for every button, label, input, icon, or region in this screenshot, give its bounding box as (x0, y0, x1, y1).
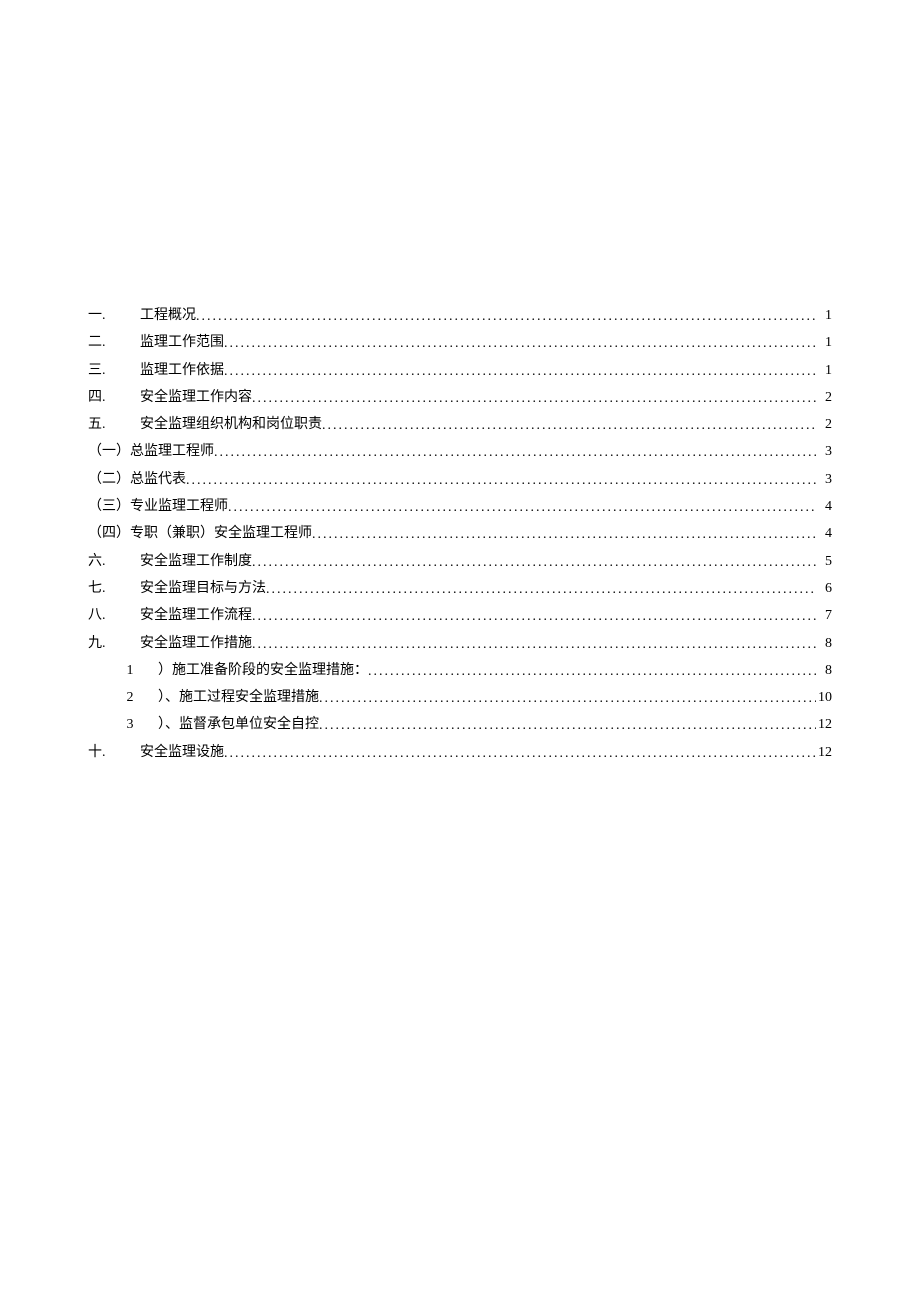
toc-leader-dots (319, 712, 816, 739)
toc-entry-title: 安全监理工作制度 (126, 548, 252, 575)
toc-entry-page: 1 (816, 302, 832, 329)
toc-entry-page: 4 (816, 493, 832, 520)
toc-entry-title: ）、监督承包单位安全自控 (148, 711, 319, 738)
toc-leader-dots (228, 494, 816, 521)
toc-entry-page: 1 (816, 329, 832, 356)
toc-entry-number: 五. (88, 411, 126, 438)
toc-entry-number: 一. (88, 302, 126, 329)
toc-entry: 八.安全监理工作流程 7 (88, 602, 832, 629)
toc-entry: 二.监理工作范围 1 (88, 329, 832, 356)
toc-entry-title: 安全监理组织机构和岗位职责 (126, 411, 322, 438)
toc-entry: 九.安全监理工作措施 8 (88, 630, 832, 657)
toc-entry-number: （一） (88, 438, 130, 465)
toc-leader-dots (196, 303, 816, 330)
toc-leader-dots (322, 412, 816, 439)
toc-entry-number: 七. (88, 575, 126, 602)
toc-entry-page: 6 (816, 575, 832, 602)
toc-entry-title: 监理工作依据 (126, 357, 224, 384)
toc-entry-title: 总监理工程师 (130, 438, 214, 465)
toc-entry-page: 2 (816, 411, 832, 438)
toc-leader-dots (224, 330, 816, 357)
toc-entry: 七.安全监理目标与方法 6 (88, 575, 832, 602)
toc-leader-dots (252, 631, 816, 658)
toc-entry-number: 二. (88, 329, 126, 356)
toc-entry-title: 总监代表 (130, 466, 186, 493)
toc-entry-title: 监理工作范围 (126, 329, 224, 356)
toc-entry-title: 专职（兼职）安全监理工程师 (130, 520, 312, 547)
toc-entry-number: （四） (88, 520, 130, 547)
toc-entry-title: ）施工准备阶段的安全监理措施： (148, 657, 368, 684)
toc-entry: 2）、施工过程安全监理措施 10 (88, 684, 832, 711)
toc-entry: （二）总监代表 3 (88, 466, 832, 493)
toc-entry: 一.工程概况 1 (88, 302, 832, 329)
toc-entry-page: 8 (816, 630, 832, 657)
toc-leader-dots (368, 658, 816, 685)
toc-leader-dots (312, 521, 816, 548)
toc-entry-title: ）、施工过程安全监理措施 (148, 684, 319, 711)
toc-entry-page: 3 (816, 438, 832, 465)
toc-leader-dots (319, 685, 816, 712)
toc-entry-page: 12 (816, 711, 832, 738)
toc-leader-dots (224, 740, 816, 767)
toc-entry-page: 2 (816, 384, 832, 411)
toc-entry-number: 3 (88, 711, 148, 738)
toc-entry-page: 7 (816, 602, 832, 629)
toc-entry-title: 工程概况 (126, 302, 196, 329)
toc-leader-dots (252, 549, 816, 576)
toc-entry-title: 安全监理工作内容 (126, 384, 252, 411)
toc-entry-title: 安全监理目标与方法 (126, 575, 266, 602)
toc-leader-dots (252, 603, 816, 630)
toc-entry-number: 2 (88, 684, 148, 711)
toc-entry-page: 10 (816, 684, 832, 711)
toc-entry-number: 四. (88, 384, 126, 411)
toc-entry-title: 安全监理工作流程 (126, 602, 252, 629)
toc-entry: （一）总监理工程师 3 (88, 438, 832, 465)
toc-entry-title: 专业监理工程师 (130, 493, 228, 520)
toc-entry-page: 1 (816, 357, 832, 384)
toc-entry: 五.安全监理组织机构和岗位职责 2 (88, 411, 832, 438)
toc-entry-number: 六. (88, 548, 126, 575)
toc-entry-number: 八. (88, 602, 126, 629)
toc-entry-title: 安全监理工作措施 (126, 630, 252, 657)
toc-leader-dots (266, 576, 816, 603)
toc-entry-number: （三） (88, 493, 130, 520)
toc-leader-dots (186, 467, 816, 494)
toc-entry-number: 三. (88, 357, 126, 384)
toc-entry: 三.监理工作依据 1 (88, 357, 832, 384)
table-of-contents: 一.工程概况1二.监理工作范围1三.监理工作依据1四.安全监理工作内容2五.安全… (88, 302, 832, 766)
toc-entry: 六.安全监理工作制度 5 (88, 548, 832, 575)
toc-entry-title: 安全监理设施 (126, 739, 224, 766)
toc-entry-number: 1 (88, 657, 148, 684)
toc-entry: （三）专业监理工程师 4 (88, 493, 832, 520)
toc-leader-dots (224, 358, 816, 385)
toc-entry-number: 十. (88, 739, 126, 766)
toc-entry-page: 3 (816, 466, 832, 493)
toc-entry: 1）施工准备阶段的安全监理措施： 8 (88, 657, 832, 684)
toc-entry-page: 4 (816, 520, 832, 547)
toc-entry-number: （二） (88, 466, 130, 493)
toc-leader-dots (214, 439, 816, 466)
toc-entry: 3）、监督承包单位安全自控 12 (88, 711, 832, 738)
toc-entry: 十.安全监理设施 12 (88, 739, 832, 766)
toc-entry: （四）专职（兼职）安全监理工程师 4 (88, 520, 832, 547)
toc-leader-dots (252, 385, 816, 412)
toc-entry-page: 5 (816, 548, 832, 575)
toc-entry-page: 12 (816, 739, 832, 766)
toc-entry: 四.安全监理工作内容 2 (88, 384, 832, 411)
toc-entry-page: 8 (816, 657, 832, 684)
toc-entry-number: 九. (88, 630, 126, 657)
